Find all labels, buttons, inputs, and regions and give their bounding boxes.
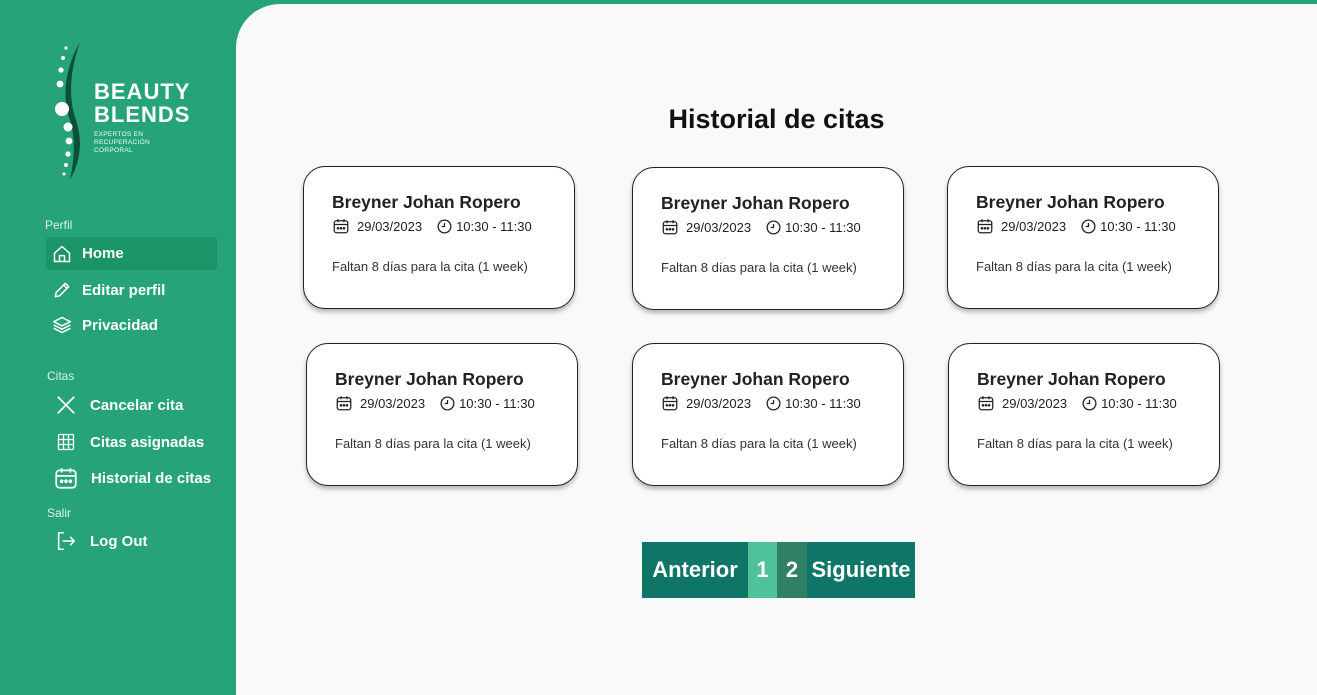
card-meta: 29/03/2023 10:30 - 11:30 <box>661 394 861 412</box>
sidebar-item-label: Home <box>82 245 124 262</box>
clock-icon <box>1081 395 1098 412</box>
sidebar-item-label: Citas asignadas <box>90 433 205 451</box>
card-meta: 29/03/2023 10:30 - 11:30 <box>661 218 861 236</box>
clock-icon <box>765 395 782 412</box>
brand-line2: BLENDS <box>94 102 191 127</box>
sidebar-item-citas-asignadas[interactable]: Citas asignadas <box>55 430 204 454</box>
sidebar-item-label: Cancelar cita <box>90 396 184 414</box>
client-name: Breyner Johan Ropero <box>661 193 850 213</box>
appointment-date: 29/03/2023 <box>1001 218 1067 234</box>
close-icon <box>55 394 77 416</box>
appointment-card[interactable]: Breyner Johan Ropero 29/03/2023 10:30 - … <box>632 167 904 310</box>
appointment-note: Faltan 8 días para la cita (1 week) <box>661 260 857 275</box>
calendar-icon <box>335 394 353 412</box>
appointment-date: 29/03/2023 <box>357 218 423 234</box>
brand-text: BEAUTY BLENDS EXPERTOS EN RECUPERACIÓN C… <box>94 80 190 155</box>
appointment-card[interactable]: Breyner Johan Ropero 29/03/2023 10:30 - … <box>303 166 575 309</box>
calendar-icon <box>661 218 679 236</box>
appointment-date: 29/03/2023 <box>686 395 752 411</box>
calendar-icon <box>977 394 995 412</box>
appointment-card[interactable]: Breyner Johan Ropero 29/03/2023 10:30 - … <box>306 343 578 486</box>
client-name: Breyner Johan Ropero <box>335 369 524 389</box>
page-2-button[interactable]: 2 <box>777 542 807 598</box>
sidebar-item-label: Editar perfil <box>82 281 166 299</box>
sidebar-item-home[interactable]: Home <box>46 237 217 270</box>
sidebar-item-label: Privacidad <box>82 316 158 334</box>
calendar-icon <box>661 394 679 412</box>
appointment-time: 10:30 - 11:30 <box>785 219 861 235</box>
appointment-note: Faltan 8 días para la cita (1 week) <box>332 259 528 274</box>
calendar-icon <box>976 217 994 235</box>
appointment-date: 29/03/2023 <box>360 395 426 411</box>
calendar-icon <box>332 217 350 235</box>
appointment-note: Faltan 8 días para la cita (1 week) <box>335 436 531 451</box>
sidebar-item-label: Log Out <box>90 532 148 550</box>
appointment-card[interactable]: Breyner Johan Ropero 29/03/2023 10:30 - … <box>632 343 904 486</box>
appointment-time: 10:30 - 11:30 <box>456 218 532 234</box>
pencil-icon <box>51 279 73 301</box>
page-1-button[interactable]: 1 <box>748 542 777 598</box>
card-meta: 29/03/2023 10:30 - 11:30 <box>332 217 532 235</box>
appointment-card[interactable]: Breyner Johan Ropero 29/03/2023 10:30 - … <box>948 343 1220 486</box>
section-label-salir: Salir <box>47 506 72 520</box>
brand-line1: BEAUTY <box>94 79 191 104</box>
page-title: Historial de citas <box>668 104 885 134</box>
appointment-time: 10:30 - 11:30 <box>1100 218 1176 234</box>
sidebar-item-editar-perfil[interactable]: Editar perfil <box>51 279 165 301</box>
home-icon <box>51 243 73 265</box>
appointment-date: 29/03/2023 <box>686 219 752 235</box>
appointment-date: 29/03/2023 <box>1002 395 1068 411</box>
appointment-time: 10:30 - 11:30 <box>1101 395 1177 411</box>
sidebar: BEAUTY BLENDS EXPERTOS EN RECUPERACIÓN C… <box>0 0 236 695</box>
clock-icon <box>439 395 456 412</box>
clock-icon <box>765 219 782 236</box>
grid-icon <box>55 431 77 453</box>
appointment-time: 10:30 - 11:30 <box>459 395 535 411</box>
calendar-icon <box>53 465 79 491</box>
clock-icon <box>436 218 453 235</box>
client-name: Breyner Johan Ropero <box>977 369 1166 389</box>
card-meta: 29/03/2023 10:30 - 11:30 <box>976 217 1176 235</box>
appointment-note: Faltan 8 días para la cita (1 week) <box>977 436 1173 451</box>
pagination: Anterior 1 2 Siguiente <box>642 542 915 598</box>
sidebar-item-cancelar-cita[interactable]: Cancelar cita <box>55 393 183 417</box>
section-label-perfil: Perfil <box>45 218 73 232</box>
section-label-citas: Citas <box>47 369 75 383</box>
appointment-time: 10:30 - 11:30 <box>785 395 861 411</box>
brand-tagline: EXPERTOS EN RECUPERACIÓN CORPORAL <box>94 131 150 154</box>
appointment-card[interactable]: Breyner Johan Ropero 29/03/2023 10:30 - … <box>947 166 1219 309</box>
sidebar-item-log-out[interactable]: Log Out <box>55 529 147 553</box>
client-name: Breyner Johan Ropero <box>976 192 1165 212</box>
next-page-button[interactable]: Siguiente <box>807 542 915 598</box>
layers-icon <box>51 314 73 336</box>
sidebar-item-historial-de-citas[interactable]: Historial de citas <box>53 464 211 492</box>
appointment-note: Faltan 8 días para la cita (1 week) <box>661 436 857 451</box>
clock-icon <box>1080 218 1097 235</box>
card-meta: 29/03/2023 10:30 - 11:30 <box>977 394 1177 412</box>
spine-logo-icon <box>55 42 80 180</box>
sidebar-item-privacidad[interactable]: Privacidad <box>51 314 158 336</box>
sidebar-item-label: Historial de citas <box>91 469 212 487</box>
logout-icon <box>55 530 77 552</box>
client-name: Breyner Johan Ropero <box>332 192 521 212</box>
brand-logo: BEAUTY BLENDS EXPERTOS EN RECUPERACIÓN C… <box>52 40 202 180</box>
client-name: Breyner Johan Ropero <box>661 369 850 389</box>
appointment-note: Faltan 8 días para la cita (1 week) <box>976 259 1172 274</box>
card-meta: 29/03/2023 10:30 - 11:30 <box>335 394 535 412</box>
main-panel: Historial de citas Breyner Johan Ropero … <box>236 4 1317 695</box>
previous-page-button[interactable]: Anterior <box>642 542 748 598</box>
